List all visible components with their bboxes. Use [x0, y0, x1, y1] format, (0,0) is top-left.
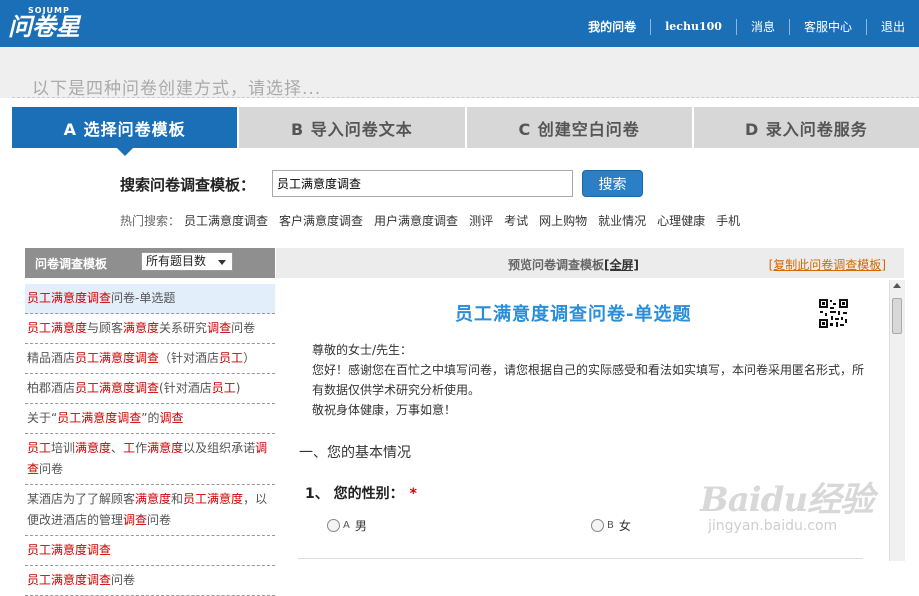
survey-section-title: 一、您的基本情况	[299, 445, 411, 461]
option-letter: B	[607, 520, 614, 531]
template-list-header: 问卷调查模板 所有题目数	[25, 248, 275, 278]
survey-intro-body: 您好！感谢您在百忙之中填写问卷，请您根据自己的实际感受和看法如实填写，本问卷采用…	[312, 363, 865, 397]
option-label: 女	[618, 519, 631, 533]
copy-bracket-close: ]	[881, 258, 886, 272]
option-label: 男	[354, 519, 367, 533]
nav-my-surveys[interactable]: 我的问卷	[574, 19, 650, 35]
nav-username[interactable]: lechu100	[650, 19, 736, 35]
survey-intro: 尊敬的女士/先生： 您好！感谢您在百忙之中填写问卷，请您根据自己的实际感受和看法…	[312, 340, 872, 420]
search-label: 搜索问卷调查模板：	[120, 176, 256, 194]
template-list-item[interactable]: 关于“员工满意度调查”的调查	[25, 404, 275, 434]
qr-code-icon[interactable]	[818, 298, 849, 329]
hot-search-link[interactable]: 手机	[716, 212, 740, 229]
hot-searches: 热门搜索： 员工满意度调查 客户满意度调查 用户满意度调查 测评 考试 网上购物…	[120, 212, 751, 229]
site-logo[interactable]: SOJUMP 问卷星	[8, 6, 80, 39]
search-button[interactable]: 搜索	[582, 170, 643, 197]
watermark-main: Baidu经验	[700, 480, 874, 520]
survey-greeting: 尊敬的女士/先生：	[312, 343, 413, 357]
option-male[interactable]: A 男	[327, 517, 367, 534]
template-list-item[interactable]: 某酒店为了了解顾客满意度和员工满意度，以便改进酒店的管理调查问卷	[25, 485, 275, 536]
option-female[interactable]: B 女	[591, 517, 631, 534]
tab-entry-service[interactable]: D 录入问卷服务	[693, 107, 919, 148]
watermark-sub: jingyan.baidu.com	[708, 518, 838, 534]
preview-title: 预览问卷调查模板[全屏]	[508, 256, 639, 273]
tab-create-blank[interactable]: C 创建空白问卷	[466, 107, 694, 148]
template-list-item[interactable]: 员工培训满意度、工作满意度以及组织承诺调查问卷	[25, 434, 275, 485]
survey-title: 员工满意度调查问卷-单选题	[455, 304, 692, 325]
hot-search-link[interactable]: 员工满意度调查	[184, 212, 268, 229]
hot-search-link[interactable]: 考试	[504, 212, 528, 229]
question-divider	[298, 558, 863, 559]
question-text: 1、 您的性别：	[305, 486, 404, 502]
tab-select-template[interactable]: A 选择问卷模板	[12, 107, 240, 156]
template-list: 员工满意度调查问卷-单选题 员工满意度与顾客满意度关系研究调查问卷 精品酒店员工…	[25, 284, 275, 596]
scrollbar-thumb[interactable]	[892, 298, 902, 334]
nav-support-center[interactable]: 客服中心	[788, 19, 866, 35]
hot-search-link[interactable]: 用户满意度调查	[374, 212, 458, 229]
template-search-input[interactable]	[272, 170, 573, 197]
tab-import-text[interactable]: B 导入问卷文本	[239, 107, 467, 148]
required-mark: *	[409, 486, 417, 502]
template-list-item[interactable]: 精品酒店员工满意度调查（针对酒店员工）	[25, 344, 275, 374]
hot-search-link[interactable]: 心理健康	[657, 212, 705, 229]
copy-template-text: 复制此问卷调查模板	[773, 258, 882, 272]
template-list-item[interactable]: 柏郡酒店员工满意度调查(针对酒店员工)	[25, 374, 275, 404]
nav-messages[interactable]: 消息	[735, 19, 789, 35]
radio-button[interactable]	[327, 519, 340, 532]
question-title: 1、 您的性别： *	[305, 483, 417, 503]
hot-search-link[interactable]: 测评	[469, 212, 493, 229]
radio-button[interactable]	[591, 519, 604, 532]
top-bar: SOJUMP 问卷星 我的问卷 lechu100 消息 客服中心 退出	[0, 0, 919, 47]
logo-main-text: 问卷星	[8, 13, 80, 41]
intro-divider	[12, 97, 919, 98]
question-count-value: 所有题目数	[146, 254, 207, 268]
template-list-item[interactable]: 员工满意度调查	[25, 536, 275, 566]
nav-logout[interactable]: 退出	[865, 19, 919, 35]
template-list-item[interactable]: 员工满意度与顾客满意度关系研究调查问卷	[25, 314, 275, 344]
template-list-item[interactable]: 员工满意度调查问卷-单选题	[25, 284, 275, 314]
hot-search-link[interactable]: 网上购物	[539, 212, 587, 229]
fullscreen-link[interactable]: [全屏]	[604, 258, 639, 272]
preview-title-text: 预览问卷调查模板	[508, 258, 605, 272]
template-list-title: 问卷调查模板	[35, 257, 108, 271]
template-list-item[interactable]: 员工满意度调查问卷	[25, 566, 275, 596]
chevron-down-icon	[218, 260, 226, 265]
creation-method-tabs: A 选择问卷模板 B 导入问卷文本 C 创建空白问卷 D 录入问卷服务	[12, 107, 919, 156]
preview-scrollbar[interactable]	[889, 280, 905, 561]
copy-template-link[interactable]: [复制此问卷调查模板]	[769, 256, 886, 273]
intro-text: 以下是四种问卷创建方式，请选择...	[32, 79, 322, 99]
preview-header: 预览问卷调查模板[全屏] [复制此问卷调查模板]	[276, 248, 904, 278]
survey-wish: 敬祝身体健康，万事如意！	[312, 403, 457, 417]
hot-search-link[interactable]: 客户满意度调查	[279, 212, 363, 229]
option-letter: A	[343, 520, 350, 531]
scroll-up-arrow-icon[interactable]	[893, 283, 901, 288]
hot-searches-label: 热门搜索：	[120, 214, 181, 228]
question-count-select[interactable]: 所有题目数	[141, 252, 233, 271]
hot-search-link[interactable]: 就业情况	[598, 212, 646, 229]
watermark: Baidu经验 jingyan.baidu.com	[700, 472, 874, 534]
top-nav: 我的问卷 lechu100 消息 客服中心 退出	[574, 19, 919, 35]
